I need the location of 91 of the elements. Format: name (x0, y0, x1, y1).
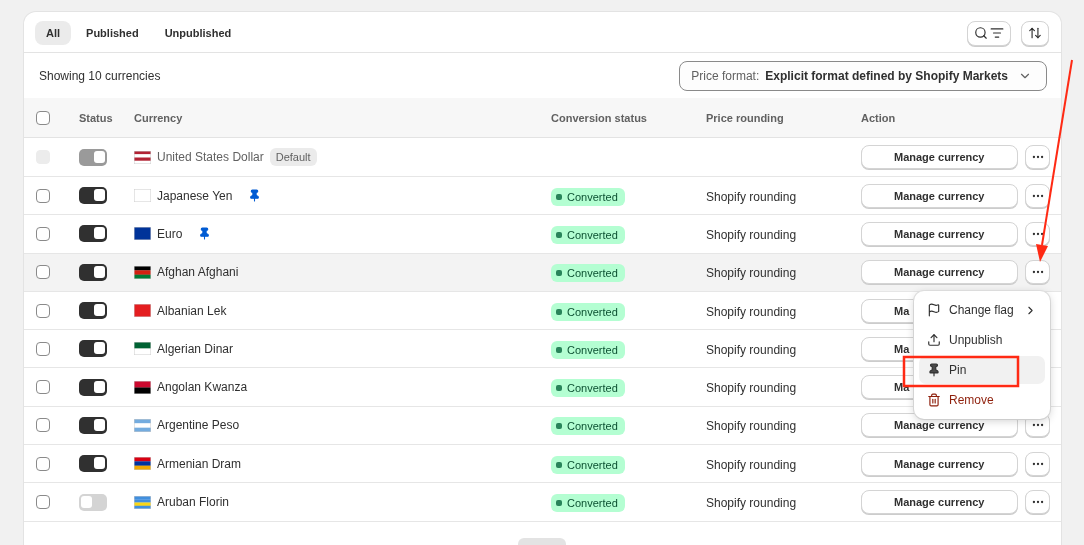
converted-tag: Converted (551, 187, 625, 206)
rounding-text: Shopify rounding (706, 457, 797, 472)
manage-currency-button[interactable]: Manage currency (861, 260, 1018, 285)
flag-icon (134, 304, 151, 318)
select-all-checkbox[interactable] (36, 110, 50, 125)
flag-icon (134, 457, 151, 471)
converted-tag: Converted (551, 494, 625, 512)
rounding-text: Shopify rounding (706, 381, 797, 396)
currency-name: Armenian Dram (157, 456, 242, 471)
menu-item[interactable]: Change flag (919, 296, 1045, 324)
row-checkbox[interactable] (36, 341, 50, 356)
converted-tag: Converted (551, 302, 625, 321)
status-toggle[interactable] (79, 493, 107, 511)
flag-icon (134, 227, 151, 241)
filter-tab[interactable]: Unpublished (153, 21, 243, 45)
rounding-text: Shopify rounding (706, 496, 797, 510)
row-checkbox[interactable] (36, 303, 50, 318)
pin-icon (248, 189, 262, 203)
row-checkbox[interactable] (36, 188, 50, 203)
status-toggle[interactable] (79, 455, 107, 473)
sort-icon (1028, 26, 1042, 40)
currency-name: Algerian Dinar (157, 341, 234, 356)
sort-button[interactable] (1021, 20, 1049, 46)
more-actions-button[interactable] (1025, 260, 1050, 285)
converted-tag: Converted (551, 417, 625, 436)
currency-count: Showing 10 currencies (39, 68, 161, 83)
flag-icon (134, 265, 151, 279)
more-actions-button[interactable] (1025, 183, 1050, 208)
currency-name: Euro (157, 226, 183, 241)
currency-name: Albanian Lek (157, 303, 227, 318)
manage-currency-button[interactable]: Manage currency (861, 490, 1018, 514)
currency-name: Argentine Peso (157, 418, 240, 433)
flag-icon (134, 342, 151, 356)
rounding-text: Shopify rounding (706, 189, 797, 204)
column-header: Currency (134, 111, 184, 124)
status-toggle[interactable] (79, 340, 107, 358)
converted-tag: Converted (551, 379, 625, 398)
column-header: Conversion status (551, 111, 648, 124)
rounding-text: Shopify rounding (706, 227, 797, 242)
column-header: Status (79, 111, 114, 124)
price-format-select[interactable]: Price format: Explicit format defined by Shopify Markets (679, 60, 1047, 91)
currency-name: Aruban Florin (157, 495, 230, 509)
row-checkbox[interactable] (36, 456, 50, 471)
currency-name: United States Dollar (157, 150, 264, 164)
converted-tag: Converted (551, 455, 625, 474)
flag-icon (134, 150, 151, 164)
status-toggle[interactable] (79, 187, 107, 205)
row-checkbox[interactable] (36, 380, 50, 395)
menu-item[interactable]: Remove (919, 386, 1045, 414)
filter-tab[interactable]: Published (75, 21, 150, 45)
menu-item[interactable]: Pin (919, 356, 1045, 384)
more-actions-button[interactable] (1025, 221, 1050, 246)
filter-tab[interactable]: All (35, 21, 72, 45)
manage-currency-button[interactable]: Manage currency (861, 183, 1018, 208)
search-filter-button[interactable] (967, 20, 1011, 46)
pin-icon (198, 227, 212, 241)
rounding-text: Shopify rounding (706, 304, 797, 319)
row-checkbox[interactable] (36, 226, 50, 241)
flag-icon (134, 189, 151, 203)
converted-tag: Converted (551, 340, 625, 359)
rounding-text: Shopify rounding (706, 342, 797, 357)
converted-tag: Converted (551, 225, 625, 244)
rounding-text: Shopify rounding (706, 266, 797, 281)
column-header: Price rounding (706, 111, 785, 124)
flag-icon (134, 495, 151, 509)
upload-icon (927, 333, 941, 347)
row-checkbox[interactable] (36, 418, 50, 433)
flag-icon (134, 380, 151, 394)
row-checkbox[interactable] (36, 265, 50, 280)
currency-name: Japanese Yen (157, 188, 233, 203)
flag-icon (927, 303, 941, 317)
flag-icon (134, 418, 151, 432)
column-header: Action (861, 111, 897, 124)
trash-icon (927, 393, 941, 407)
status-toggle[interactable] (79, 302, 107, 320)
converted-tag: Converted (551, 264, 625, 283)
pin-icon (927, 363, 941, 377)
default-tag: Default (269, 148, 317, 166)
status-toggle[interactable] (79, 416, 107, 434)
currency-name: Afghan Afghani (157, 265, 239, 280)
manage-currency-button[interactable]: Manage currency (861, 451, 1018, 476)
row-checkbox[interactable] (36, 495, 50, 509)
status-toggle[interactable] (79, 263, 107, 281)
manage-currency-button[interactable]: Manage currency (861, 221, 1018, 246)
search-icon (974, 26, 988, 40)
filter-icon (990, 26, 1004, 40)
menu-item[interactable]: Unpublish (919, 326, 1045, 354)
rounding-text: Shopify rounding (706, 419, 797, 434)
currency-name: Angolan Kwanza (157, 380, 248, 395)
status-toggle[interactable] (79, 225, 107, 243)
status-toggle[interactable] (79, 378, 107, 396)
